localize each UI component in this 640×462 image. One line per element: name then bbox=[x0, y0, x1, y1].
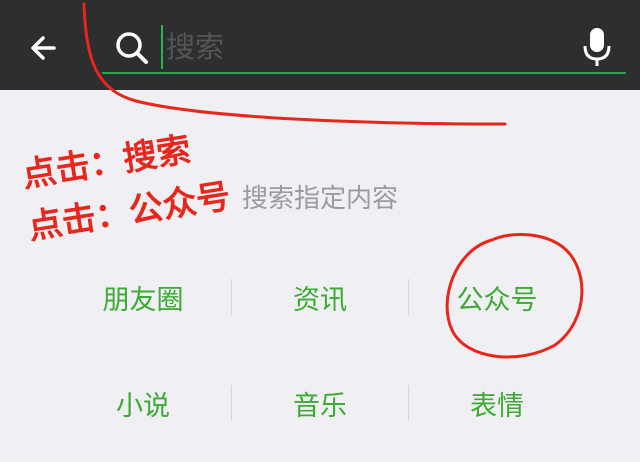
search-header bbox=[0, 0, 640, 90]
text-cursor bbox=[161, 25, 163, 69]
arrow-left-icon[interactable] bbox=[24, 28, 64, 68]
category-official-accounts[interactable]: 公众号 bbox=[409, 262, 585, 332]
category-novels[interactable]: 小说 bbox=[55, 368, 231, 438]
search-hint-text: 搜索指定内容 bbox=[241, 184, 398, 214]
category-music[interactable]: 音乐 bbox=[232, 368, 408, 438]
category-news[interactable]: 资讯 bbox=[232, 262, 408, 332]
category-stickers[interactable]: 表情 bbox=[409, 368, 585, 438]
search-underline bbox=[102, 72, 626, 74]
microphone-icon[interactable] bbox=[580, 26, 614, 68]
search-input[interactable] bbox=[164, 24, 558, 70]
category-grid: 朋友圈 资讯 公众号 小说 音乐 表情 bbox=[55, 262, 585, 442]
search-icon bbox=[116, 32, 148, 64]
category-moments[interactable]: 朋友圈 bbox=[55, 262, 231, 332]
